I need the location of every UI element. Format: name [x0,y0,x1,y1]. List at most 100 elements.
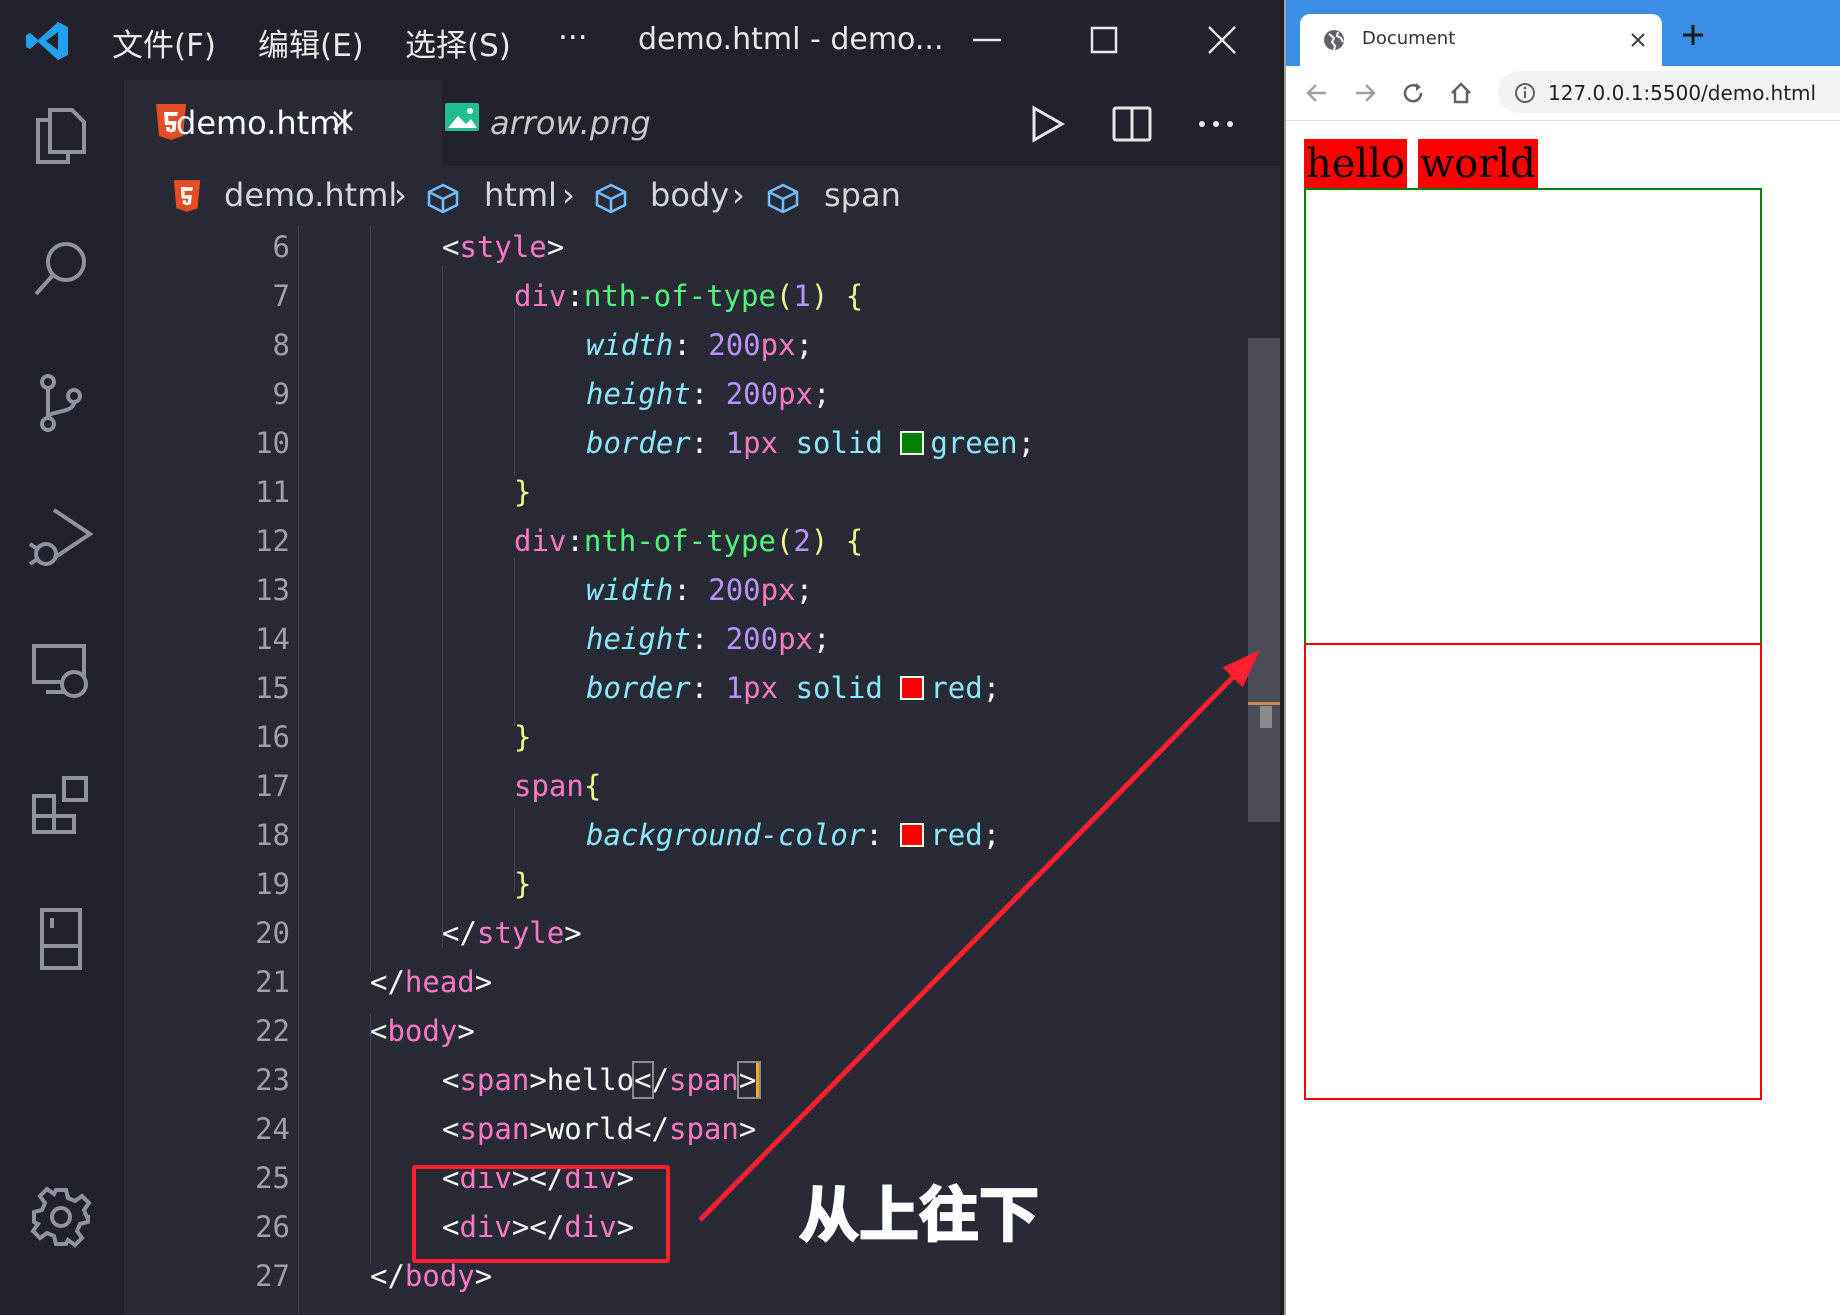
line-number: 17 [255,769,290,803]
code-line-6: <style> [442,230,565,264]
menu-selection[interactable]: 选择(S) [405,20,511,65]
line-number: 10 [255,426,290,460]
rendered-span-world: world [1418,139,1538,189]
indent-guide [298,226,299,1315]
color-swatch-green[interactable] [900,431,925,455]
run-debug-icon[interactable] [28,504,94,570]
code-line-15: border: 1px solid red; [586,671,1001,705]
tab-label: arrow.png [490,104,651,142]
line-number: 18 [255,818,290,852]
code-line-22: <body> [370,1014,475,1048]
scroll-marker [1260,706,1272,728]
code-line-14: height: 200px; [586,622,831,656]
code-line-11: } [514,475,532,509]
code-line-7: div:nth-of-type(1) { [514,279,864,313]
editor-tab-bar: demo.html arrow.png [124,80,1280,169]
tab-demo-html[interactable]: demo.html [124,80,442,169]
chevron-right-icon: › [732,176,745,214]
run-icon[interactable] [1024,102,1068,146]
menu-more[interactable]: ··· [558,20,588,56]
window-title: demo.html - demo... [638,22,944,57]
editor-scrollbar[interactable] [1248,338,1280,822]
activity-bar [0,80,124,1315]
tab-arrow-png[interactable]: arrow.png [444,80,754,166]
element-cube-icon [595,183,627,214]
browser-window: Document 127.0.0.1:5500/demo.html hello … [1284,0,1840,1315]
title-bar: 文件(F) 编辑(E) 选择(S) ··· demo.html - demo..… [0,0,1280,80]
extensions-icon[interactable] [28,772,94,838]
code-line-13: width: 200px; [586,573,814,607]
browser-toolbar: 127.0.0.1:5500/demo.html [1286,66,1840,121]
breadcrumb-item-span[interactable]: span [824,176,901,214]
minimize-icon[interactable] [965,18,1009,62]
close-tab-icon[interactable] [330,108,356,134]
code-editor[interactable]: 6 7 8 9 10 11 12 13 14 15 16 17 18 19 20… [124,226,1280,1315]
scroll-marker [1248,702,1280,705]
rendered-span-hello: hello [1304,139,1408,189]
line-number: 13 [255,573,290,607]
reload-icon[interactable] [1400,80,1426,106]
tab-label: demo.html [176,104,350,142]
notebook-icon[interactable] [28,906,94,972]
line-number: 14 [255,622,290,656]
line-number: 15 [255,671,290,705]
home-icon[interactable] [1448,80,1474,106]
close-window-icon[interactable] [1200,18,1244,62]
indent-guide [370,1014,371,1264]
new-tab-icon[interactable] [1678,20,1708,50]
line-number: 24 [255,1112,290,1146]
annotation-text: 从上往下 [798,1180,1041,1251]
maximize-icon[interactable] [1082,18,1126,62]
line-number: 23 [255,1063,290,1097]
rendered-div-green [1304,188,1762,645]
code-line-18: background-color: red; [586,818,1001,852]
line-number: 25 [255,1161,290,1195]
back-icon[interactable] [1304,80,1330,106]
line-number: 26 [255,1210,290,1244]
code-line-16: } [514,720,532,754]
code-line-20: </style> [442,916,582,950]
source-control-icon[interactable] [28,370,94,436]
element-cube-icon [427,183,459,214]
menu-file[interactable]: 文件(F) [112,20,216,65]
line-number: 11 [255,475,290,509]
remote-explorer-icon[interactable] [28,638,94,704]
menu-edit[interactable]: 编辑(E) [258,20,364,65]
code-line-24: <span>world</span> [442,1112,757,1146]
split-editor-icon[interactable] [1110,102,1154,146]
address-bar[interactable]: 127.0.0.1:5500/demo.html [1498,71,1840,113]
browser-tab[interactable]: Document [1300,14,1662,66]
indent-guide [514,308,515,476]
forward-icon[interactable] [1352,80,1378,106]
line-number: 8 [272,328,290,362]
breadcrumb-item-html[interactable]: html [484,176,557,214]
color-swatch-red[interactable] [900,823,925,847]
indent-guide [370,226,371,972]
settings-gear-icon[interactable] [28,1184,94,1250]
line-number: 6 [272,230,290,264]
rendered-div-red [1304,643,1762,1100]
breadcrumb: demo.html › html › body › span [124,166,1280,226]
image-file-icon [445,103,479,131]
indent-guide [442,266,443,948]
chevron-right-icon: › [394,176,407,214]
highlight-box [412,1165,670,1263]
code-line-21: </head> [370,965,493,999]
info-icon[interactable] [1514,82,1536,104]
element-cube-icon [767,183,799,214]
line-number: 22 [255,1014,290,1048]
code-line-10: border: 1px solid green; [586,426,1036,460]
browser-tab-strip: Document [1286,0,1840,66]
code-line-17: span{ [514,769,602,803]
close-tab-icon[interactable] [1628,30,1648,50]
breadcrumb-item-body[interactable]: body [650,176,729,214]
line-number: 12 [255,524,290,558]
line-number: 16 [255,720,290,754]
explorer-icon[interactable] [28,102,94,168]
code-line-9: height: 200px; [586,377,831,411]
breadcrumb-item-file[interactable]: demo.html [224,176,397,214]
color-swatch-red[interactable] [900,676,925,700]
search-icon[interactable] [28,236,94,302]
code-line-19: } [514,867,532,901]
more-actions-icon[interactable] [1194,102,1238,146]
